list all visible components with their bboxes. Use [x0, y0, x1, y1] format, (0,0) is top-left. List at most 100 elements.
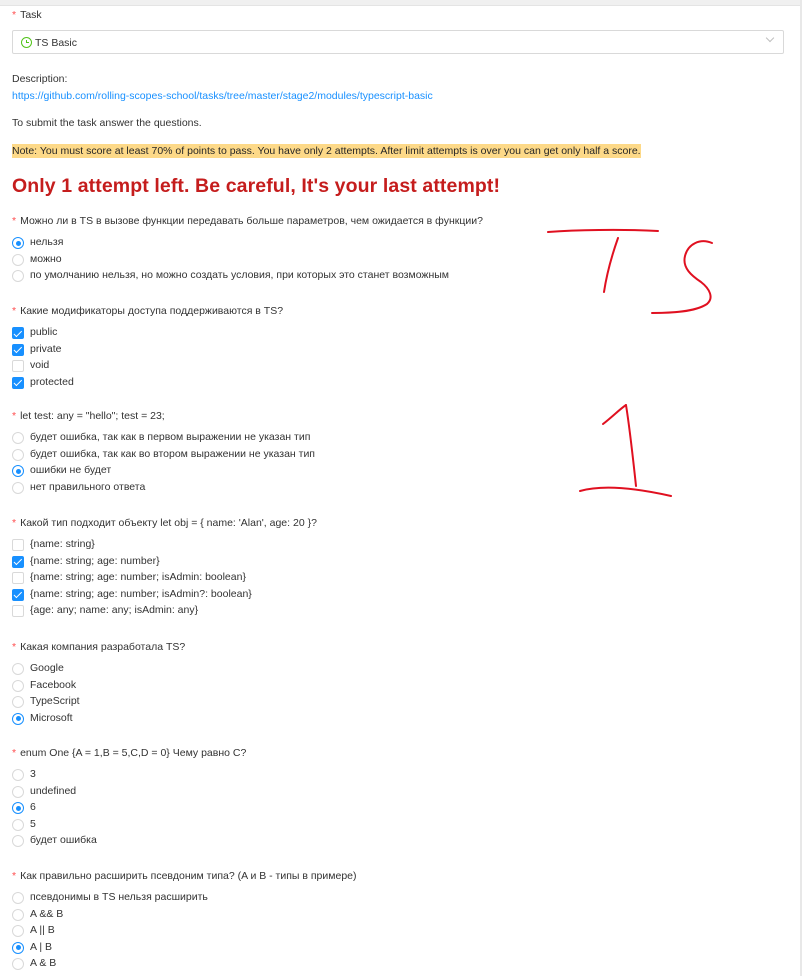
description-link[interactable]: https://github.com/rolling-scopes-school… — [12, 90, 433, 102]
radio-button[interactable] — [12, 835, 24, 847]
option-label: A | B — [30, 940, 52, 953]
option-label: псевдонимы в TS нельзя расширить — [30, 891, 208, 903]
checkbox[interactable] — [12, 605, 24, 617]
question-3-text: * let test: any = "hello"; test = 23; — [12, 410, 165, 422]
option-label: {name: string} — [30, 538, 95, 550]
ink-t-stem — [603, 237, 619, 293]
radio-button[interactable] — [12, 785, 24, 798]
task-label: * Task — [12, 9, 42, 21]
ink-s — [651, 240, 713, 314]
option-label: void — [30, 359, 50, 371]
required-mark: * — [12, 747, 17, 759]
required-mark: * — [12, 305, 17, 317]
required-mark: * — [12, 215, 17, 227]
option-label: protected — [30, 375, 74, 388]
option-label: {name: string; age: number} — [30, 554, 160, 567]
question-label: Какие модификаторы доступа поддерживаютс… — [20, 305, 284, 317]
option-label: будет ошибка — [30, 834, 97, 846]
question-label: let test: any = "hello"; test = 23; — [20, 410, 165, 422]
ink-t-bar — [547, 228, 659, 233]
checkbox[interactable] — [12, 572, 24, 584]
top-bar — [0, 0, 802, 6]
option-label: будет ошибка, так как в первом выражении… — [30, 431, 311, 443]
radio-button[interactable] — [12, 818, 24, 831]
checkbox[interactable] — [12, 376, 24, 389]
option-label: нельзя — [30, 236, 64, 248]
option-label: 5 — [30, 817, 36, 830]
radio-button[interactable] — [12, 481, 24, 494]
checkbox[interactable] — [12, 343, 24, 356]
question-6-text: * enum One {A = 1,B = 5,C,D = 0} Чему рав… — [12, 747, 246, 759]
required-mark: * — [12, 870, 17, 882]
attempts-warning: Only 1 attempt left. Be careful, It's yo… — [12, 175, 501, 197]
checkbox[interactable] — [12, 327, 24, 339]
question-label: Какая компания разработала TS? — [20, 641, 186, 653]
option-label: TypeScript — [30, 695, 80, 707]
radio-button[interactable] — [12, 253, 24, 266]
option-label: public — [30, 326, 58, 338]
option-label: {age: any; name: any; isAdmin: any} — [30, 604, 199, 616]
option-label: A && B — [30, 907, 64, 920]
instructions-text: To submit the task answer the questions. — [12, 117, 202, 129]
checkbox[interactable] — [12, 588, 24, 601]
question-4-text: * Какой тип подходит объекту let obj = { … — [12, 517, 317, 529]
task-select[interactable]: TS Basic — [12, 30, 784, 54]
task-label-text: Task — [20, 9, 42, 21]
option-label: private — [30, 342, 62, 355]
required-mark: * — [12, 641, 17, 653]
required-mark: * — [12, 410, 17, 422]
radio-button[interactable] — [12, 270, 24, 282]
option-label: Google — [30, 662, 64, 674]
radio-button[interactable] — [12, 802, 24, 814]
chevron-down-icon[interactable] — [765, 33, 775, 43]
option-label: нет правильного ответа — [30, 480, 146, 493]
radio-button[interactable] — [12, 696, 24, 708]
ink-1-top — [602, 404, 627, 425]
clock-icon — [21, 37, 32, 48]
question-label: Какой тип подходит объекту let obj = { n… — [20, 517, 317, 529]
question-7-text: * Как правильно расширить псевдоним типа?… — [12, 870, 357, 882]
option-label: 6 — [30, 801, 36, 813]
option-label: 3 — [30, 768, 36, 780]
note-text: Note: You must score at least 70% of poi… — [12, 144, 641, 158]
radio-button[interactable] — [12, 663, 24, 675]
radio-button[interactable] — [12, 958, 24, 970]
checkbox[interactable] — [12, 539, 24, 551]
radio-button[interactable] — [12, 892, 24, 904]
radio-button[interactable] — [12, 712, 24, 725]
radio-button[interactable] — [12, 769, 24, 781]
question-2-text: * Какие модификаторы доступа поддерживают… — [12, 305, 283, 317]
option-label: можно — [30, 252, 62, 265]
question-label: Как правильно расширить псевдоним типа? … — [20, 870, 357, 882]
option-label: будет ошибка, так как во втором выражени… — [30, 447, 315, 460]
radio-button[interactable] — [12, 925, 24, 937]
option-label: {name: string; age: number; isAdmin?: bo… — [30, 587, 252, 600]
required-mark: * — [12, 9, 17, 21]
task-select-value: TS Basic — [35, 37, 78, 49]
question-5-text: * Какая компания разработала TS? — [12, 641, 185, 653]
ink-1-base — [579, 486, 672, 497]
radio-button[interactable] — [12, 465, 24, 477]
radio-button[interactable] — [12, 941, 24, 954]
option-label: undefined — [30, 784, 77, 797]
radio-button[interactable] — [12, 679, 24, 692]
question-label: Можно ли в TS в вызове функции передават… — [20, 215, 483, 227]
question-label: enum One {A = 1,B = 5,C,D = 0} Чему равн… — [20, 747, 247, 759]
option-label: ошибки не будет — [30, 464, 112, 476]
description-label: Description: — [12, 73, 68, 85]
option-label: Microsoft — [30, 711, 73, 724]
required-mark: * — [12, 517, 17, 529]
radio-button[interactable] — [12, 237, 24, 249]
checkbox[interactable] — [12, 555, 24, 568]
radio-button[interactable] — [12, 448, 24, 461]
option-label: A || B — [30, 924, 55, 936]
checkbox[interactable] — [12, 360, 24, 372]
radio-button[interactable] — [12, 908, 24, 921]
option-label: {name: string; age: number; isAdmin: boo… — [30, 571, 246, 583]
question-1-text: * Можно ли в TS в вызове функции передава… — [12, 215, 483, 227]
option-label: Facebook — [30, 678, 77, 691]
option-label: по умолчанию нельзя, но можно создать ус… — [30, 269, 450, 281]
radio-button[interactable] — [12, 432, 24, 444]
ink-1-stem — [625, 404, 637, 487]
option-label: A & B — [30, 957, 57, 969]
